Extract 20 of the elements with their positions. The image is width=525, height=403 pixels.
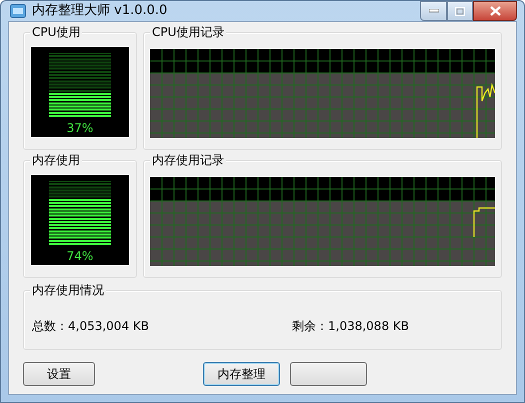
close-button[interactable] [473,1,517,21]
dialog-button[interactable]: 内存整理 [203,362,280,386]
dialog-button[interactable] [290,362,367,386]
group-label: 内存使用记录 [150,152,226,168]
app-icon [10,4,26,18]
total-memory-text: 总数：4,053,004 KB [32,318,150,335]
group-label: 内存使用 [30,152,82,168]
percent-reading: 37% [66,120,94,137]
maximize-icon [455,6,465,16]
window-title: 内存整理大师 v1.0.0.0 [32,2,168,20]
group-label: CPU使用 [30,24,82,40]
minimize-icon [428,9,438,13]
maximize-button[interactable] [447,1,473,21]
group-label: CPU使用记录 [150,24,226,40]
dialog-button[interactable]: 设置 [23,362,95,386]
close-icon [490,6,500,16]
group-label: 内存使用情况 [30,282,106,298]
percent-reading: 74% [66,248,94,265]
free-memory-text: 剩余：1,038,088 KB [292,318,409,335]
minimize-button[interactable] [420,1,447,21]
